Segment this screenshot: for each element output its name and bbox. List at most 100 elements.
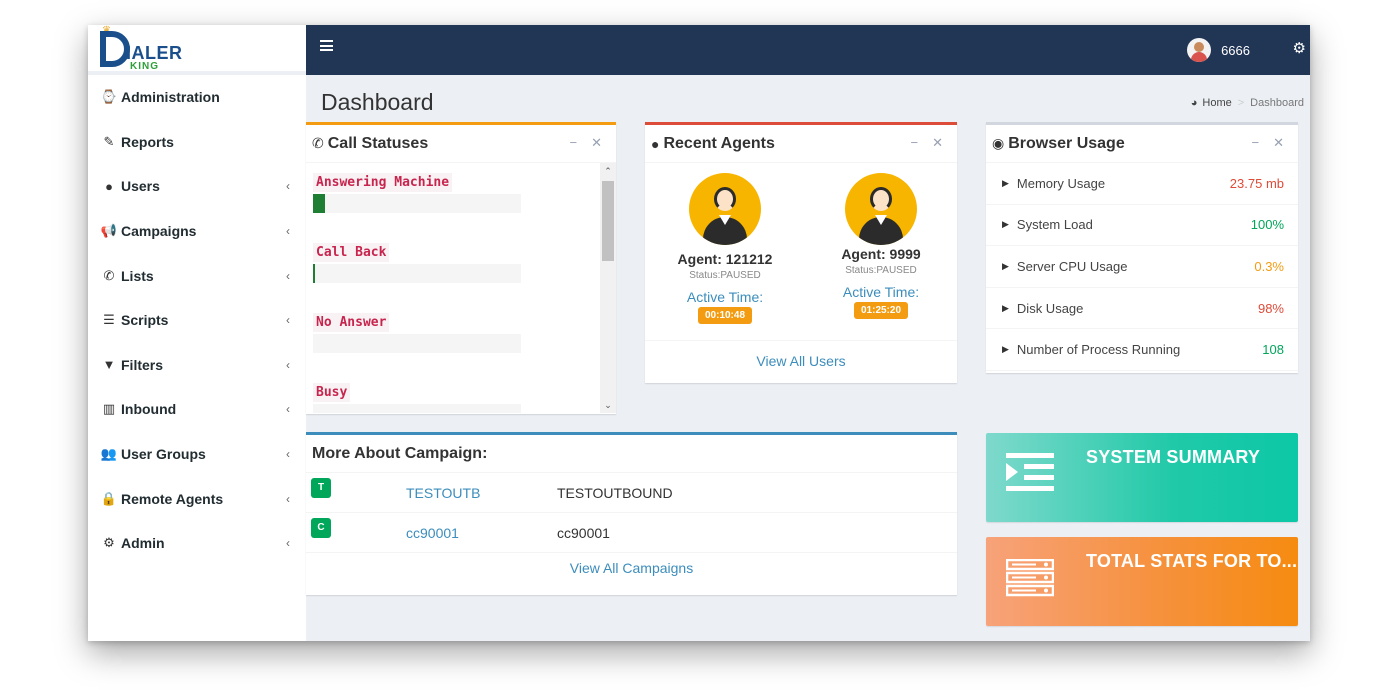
logo[interactable]: ♛ IALER KING: [88, 25, 306, 75]
browser-usage-item[interactable]: ▶ Disk Usage 98%: [986, 288, 1298, 330]
chevron-left-icon: ‹: [286, 179, 290, 194]
dashboard-icon: ◕: [1190, 97, 1198, 109]
sidebar-item-admin[interactable]: ⚙ Admin ‹: [88, 521, 306, 566]
collapse-icon[interactable]: −: [570, 135, 578, 151]
collapse-icon[interactable]: −: [1252, 135, 1260, 151]
sidebar-item-label: Remote Agents: [121, 490, 224, 507]
chevron-left-icon: ‹: [286, 447, 290, 462]
usage-value: 23.75 mb: [1229, 175, 1284, 191]
call-status-label: Answering Machine: [313, 173, 453, 192]
campaign-id-link[interactable]: TESTOUTB: [331, 485, 557, 501]
bar-chart-icon: ▥: [102, 401, 116, 417]
browser-usage-item[interactable]: ▶ Memory Usage 23.75 mb: [986, 163, 1298, 205]
settings-gear-icon[interactable]: ⚙: [1293, 39, 1306, 57]
call-status-label: Call Back: [313, 243, 390, 262]
sidebar: ♛ IALER KING ⌚ Administration ✎ Reports ● Use…: [88, 25, 306, 641]
sidebar-item-lists[interactable]: ✆ Lists ‹: [88, 253, 306, 298]
user-avatar: [1187, 38, 1212, 62]
close-icon[interactable]: ✕: [591, 135, 602, 151]
menu-toggle-icon[interactable]: [320, 40, 333, 51]
sidebar-item-campaigns[interactable]: 📢 Campaigns ‹: [88, 209, 306, 254]
sidebar-item-label: Inbound: [121, 401, 177, 418]
user-menu[interactable]: 6666: [1187, 38, 1250, 62]
progress-bar: [313, 194, 521, 213]
bullhorn-icon: 📢: [100, 223, 118, 239]
box-title: Recent Agents: [663, 134, 775, 152]
total-stats-box[interactable]: TOTAL STATS FOR TO...: [986, 537, 1298, 626]
breadcrumb-home[interactable]: Home: [1202, 97, 1231, 109]
sidebar-item-reports[interactable]: ✎ Reports: [88, 120, 306, 165]
table-row: Ccc90001 cc90001: [306, 513, 957, 553]
scrollbar[interactable]: ⌃ ⌄: [600, 163, 616, 413]
campaign-box: More About Campaign: T TESTOUTB TESTOUTBOU…: [306, 432, 957, 595]
campaign-name: cc90001: [557, 524, 610, 541]
chevron-left-icon: ‹: [286, 313, 290, 328]
agent-headset-icon: [689, 173, 761, 245]
info-box-title: SYSTEM SUMMARY: [1086, 447, 1261, 467]
agent-card[interactable]: Agent: 121212 Status:PAUSED Active Time:…: [665, 173, 785, 324]
scroll-up-icon[interactable]: ⌃: [600, 163, 616, 179]
sidebar-item-inbound[interactable]: ▥ Inbound ‹: [88, 387, 306, 432]
chevron-left-icon: ‹: [286, 224, 290, 239]
chrome-icon: ◉: [992, 135, 1005, 151]
sidebar-item-administration[interactable]: ⌚ Administration: [88, 75, 306, 120]
close-icon[interactable]: ✕: [1273, 135, 1284, 151]
sidebar-item-remote-agents[interactable]: 🔒 Remote Agents ‹: [88, 476, 306, 521]
usage-label: System Load: [1016, 217, 1093, 233]
call-status-label: Busy: [313, 383, 351, 402]
view-all-users-link[interactable]: View All Users: [645, 340, 957, 369]
system-summary-box[interactable]: SYSTEM SUMMARY: [986, 433, 1298, 522]
progress-bar: [313, 264, 521, 283]
agent-status: Status:PAUSED: [845, 265, 917, 276]
agent-status: Status:PAUSED: [689, 270, 761, 281]
user-icon: ●: [105, 178, 113, 194]
campaign-id-link[interactable]: cc90001: [331, 525, 557, 541]
sidebar-item-scripts[interactable]: ☰ Scripts ‹: [88, 298, 306, 343]
logo-subtext: KING: [130, 61, 159, 72]
caret-right-icon: ▶: [1002, 219, 1009, 230]
sidebar-item-label: User Groups: [121, 446, 206, 463]
browser-usage-item[interactable]: ▶ Server CPU Usage 0.3%: [986, 246, 1298, 288]
agent-card[interactable]: Agent: 9999 Status:PAUSED Active Time: 0…: [821, 173, 941, 319]
progress-bar: [313, 404, 521, 413]
app-window: ♛ IALER KING ⌚ Administration ✎ Reports ● Use…: [88, 25, 1310, 641]
edit-icon: ✎: [103, 133, 115, 149]
chevron-left-icon: ‹: [286, 357, 290, 372]
call-statuses-box: ✆ Call Statuses − ✕ Answering Machine Cal…: [306, 122, 616, 414]
browser-usage-item[interactable]: ▶ System Load 100%: [986, 205, 1298, 247]
caret-right-icon: ▶: [1002, 260, 1009, 271]
sidebar-item-user-groups[interactable]: 👥 User Groups ‹: [88, 432, 306, 477]
scroll-thumb[interactable]: [602, 181, 614, 261]
active-time-label: Active Time:: [686, 289, 764, 305]
active-time-badge: 00:10:48: [697, 307, 753, 324]
sidebar-item-users[interactable]: ● Users ‹: [88, 164, 306, 209]
collapse-icon[interactable]: −: [911, 135, 919, 151]
browser-usage-item[interactable]: ▶ Number of Process Running 108: [986, 329, 1298, 371]
close-icon[interactable]: ✕: [932, 135, 943, 151]
sidebar-item-label: Reports: [121, 133, 174, 150]
view-all-campaigns-link[interactable]: View All Campaigns: [306, 560, 957, 576]
usage-value: 98%: [1257, 300, 1284, 316]
agent-headset-icon: [845, 173, 917, 245]
sidebar-item-filters[interactable]: ▼ Filters ‹: [88, 343, 306, 388]
table-row: T TESTOUTB TESTOUTBOUND: [306, 473, 957, 513]
sidebar-item-label: Campaigns: [121, 223, 197, 240]
indent-list-icon: [1006, 453, 1054, 491]
scroll-down-icon[interactable]: ⌄: [600, 397, 616, 413]
box-title: Browser Usage: [1008, 134, 1125, 152]
usage-value: 100%: [1250, 217, 1284, 233]
chevron-left-icon: ‹: [286, 402, 290, 417]
call-status-item: Call Back: [313, 243, 600, 283]
usage-label: Server CPU Usage: [1016, 258, 1128, 274]
caret-right-icon: ▶: [1002, 344, 1009, 355]
top-navbar: 6666 ⚙: [306, 25, 1310, 75]
call-status-item: Answering Machine: [313, 173, 600, 213]
usage-value: 108: [1262, 342, 1284, 358]
file-icon: ☰: [103, 312, 115, 328]
breadcrumb-current: Dashboard: [1250, 97, 1304, 109]
sidebar-item-label: Admin: [121, 535, 165, 552]
phone-icon: ✆: [312, 135, 324, 151]
progress-bar: [313, 334, 521, 353]
progress-fill: [313, 264, 315, 283]
page-title: Dashboard: [321, 89, 434, 115]
